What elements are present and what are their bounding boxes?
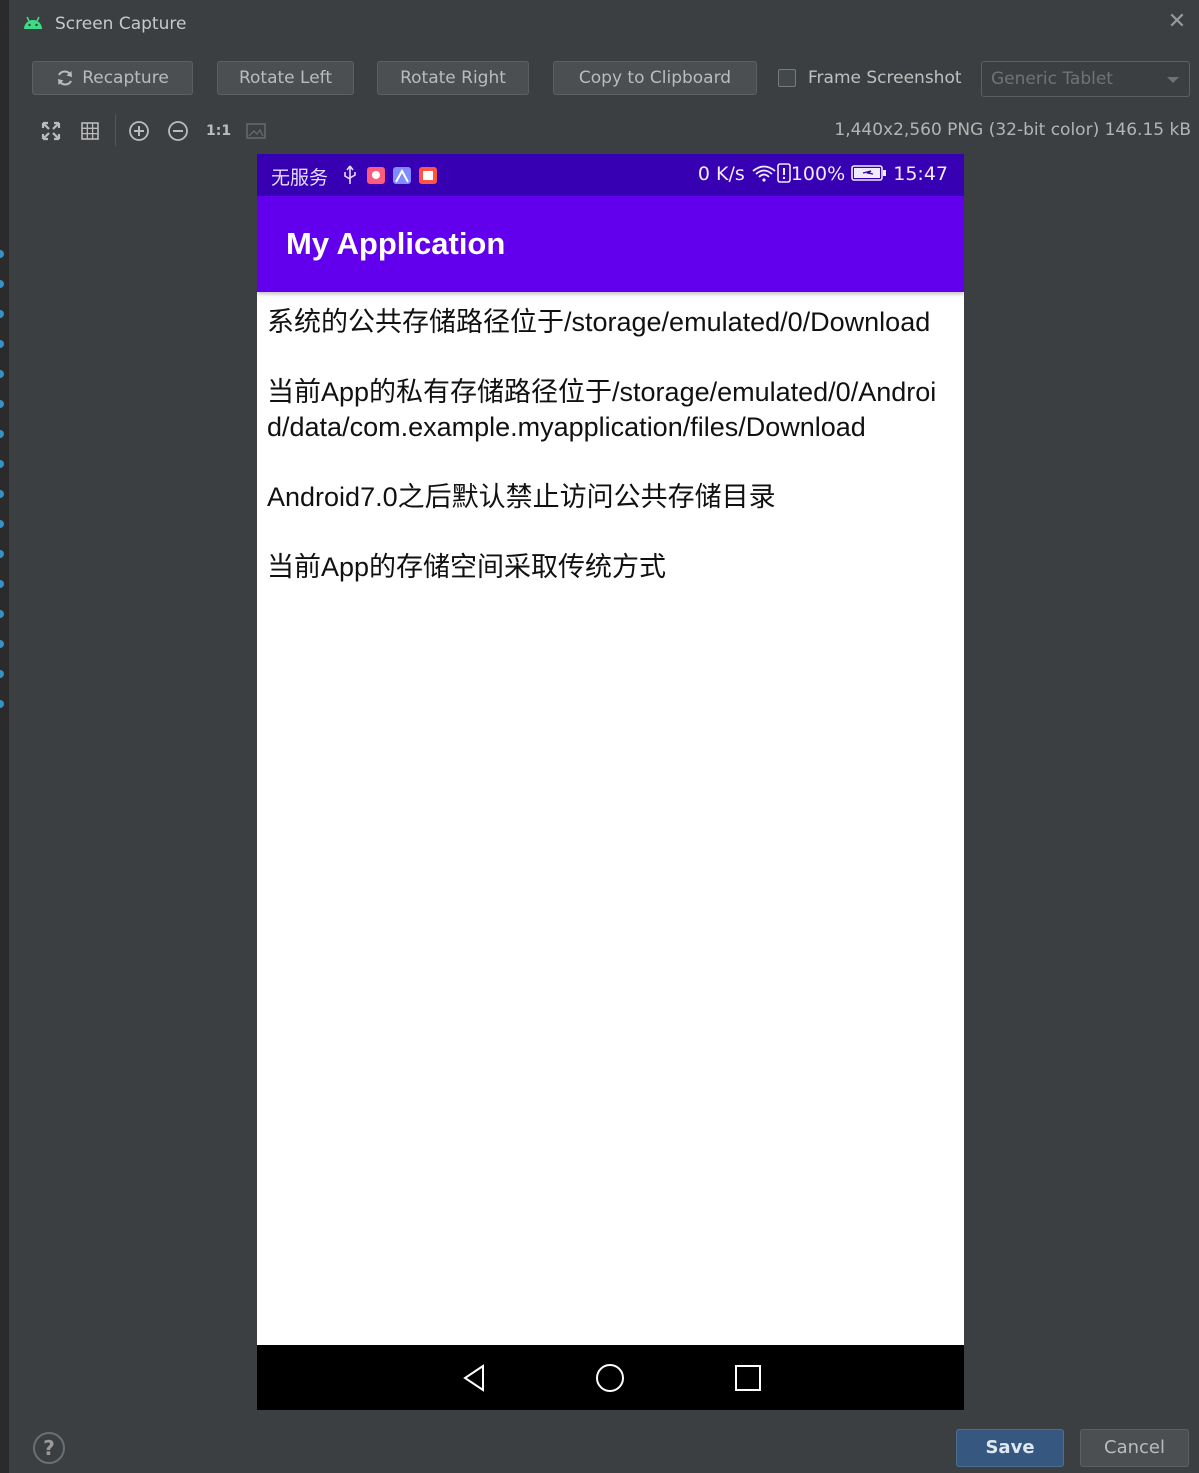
- private-storage-path-text: 当前App的私有存储路径位于/storage/emulated/0/Androi…: [267, 377, 937, 442]
- status-right: 0 K/s 100% 15:47: [698, 163, 948, 185]
- recapture-button[interactable]: Recapture: [32, 61, 193, 95]
- breakpoint-icon: [0, 250, 4, 258]
- breakpoint-icon: [0, 460, 4, 468]
- breakpoint-icon: [0, 280, 4, 288]
- breakpoint-icon: [0, 700, 4, 708]
- home-icon[interactable]: [595, 1363, 625, 1393]
- rotate-right-button[interactable]: Rotate Right: [377, 61, 529, 95]
- recents-icon[interactable]: [733, 1363, 763, 1393]
- frame-screenshot-checkbox[interactable]: [778, 69, 796, 87]
- back-icon[interactable]: [459, 1363, 489, 1393]
- content-area: 系统的公共存储路径位于/storage/emulated/0/Download …: [267, 305, 957, 620]
- navigation-bar: [257, 1345, 964, 1410]
- notification-icons: [344, 165, 437, 184]
- cancel-button[interactable]: Cancel: [1080, 1429, 1189, 1467]
- zoom-in-icon[interactable]: [128, 120, 150, 142]
- breakpoint-icon: [0, 670, 4, 678]
- actual-size-button[interactable]: 1:1: [206, 120, 231, 142]
- image-info: 1,440x2,560 PNG (32-bit color) 146.15 kB: [834, 120, 1191, 140]
- background-ide-strip: [0, 0, 9, 1473]
- image-icon: [246, 123, 266, 139]
- save-button[interactable]: Save: [956, 1429, 1064, 1467]
- breakpoint-icon: [0, 520, 4, 528]
- breakpoint-icon: [0, 610, 4, 618]
- window-title: Screen Capture: [55, 14, 187, 34]
- chevron-down-icon: [1167, 77, 1179, 83]
- screen-capture-dialog: Screen Capture ✕ Recapture Rotate Left R…: [9, 0, 1199, 1473]
- battery-percent: 100%: [790, 163, 846, 185]
- breakpoint-icon: [0, 310, 4, 318]
- breakpoint-icon: [0, 340, 4, 348]
- public-storage-path-text: 系统的公共存储路径位于/storage/emulated/0/Download: [267, 307, 931, 337]
- toolbar-separator: [115, 114, 116, 146]
- breakpoint-icon: [0, 580, 4, 588]
- title-bar: Screen Capture ✕: [9, 0, 1199, 50]
- device-frame-value: Generic Tablet: [991, 69, 1113, 89]
- breakpoint-icon: [0, 550, 4, 558]
- breakpoint-icon: [0, 400, 4, 408]
- device-frame-select[interactable]: Generic Tablet: [981, 61, 1190, 97]
- clock: 15:47: [893, 163, 948, 185]
- zoom-out-icon[interactable]: [167, 120, 189, 142]
- network-speed: 0 K/s: [697, 163, 745, 185]
- phone-screenshot: 无服务 0 K/s 100% 15:47 My Application 系统的公…: [257, 154, 964, 1410]
- status-bar: 无服务 0 K/s 100% 15:47: [257, 154, 964, 196]
- rotate-left-button[interactable]: Rotate Left: [217, 61, 354, 95]
- storage-mode-text: 当前App的存储空间采取传统方式: [267, 552, 667, 582]
- close-icon[interactable]: ✕: [1166, 11, 1188, 33]
- copy-to-clipboard-button[interactable]: Copy to Clipboard: [553, 61, 757, 95]
- breakpoint-icon: [0, 430, 4, 438]
- breakpoint-icon: [0, 490, 4, 498]
- app-bar: My Application: [257, 196, 964, 292]
- android-icon: [24, 16, 42, 29]
- fit-screen-icon[interactable]: [40, 120, 62, 142]
- breakpoint-icon: [0, 370, 4, 378]
- android7-note-text: Android7.0之后默认禁止访问公共存储目录: [267, 482, 776, 512]
- phone-alert-icon: [777, 163, 791, 183]
- help-button[interactable]: ?: [33, 1432, 65, 1464]
- app-title: My Application: [286, 226, 506, 261]
- grid-icon[interactable]: [79, 120, 101, 142]
- recapture-label: Recapture: [82, 68, 169, 88]
- refresh-icon: [58, 70, 73, 86]
- wifi-icon: [752, 165, 776, 182]
- frame-screenshot-label: Frame Screenshot: [808, 68, 962, 88]
- carrier-text: 无服务: [271, 167, 329, 189]
- battery-icon: [851, 165, 887, 181]
- breakpoint-icon: [0, 640, 4, 648]
